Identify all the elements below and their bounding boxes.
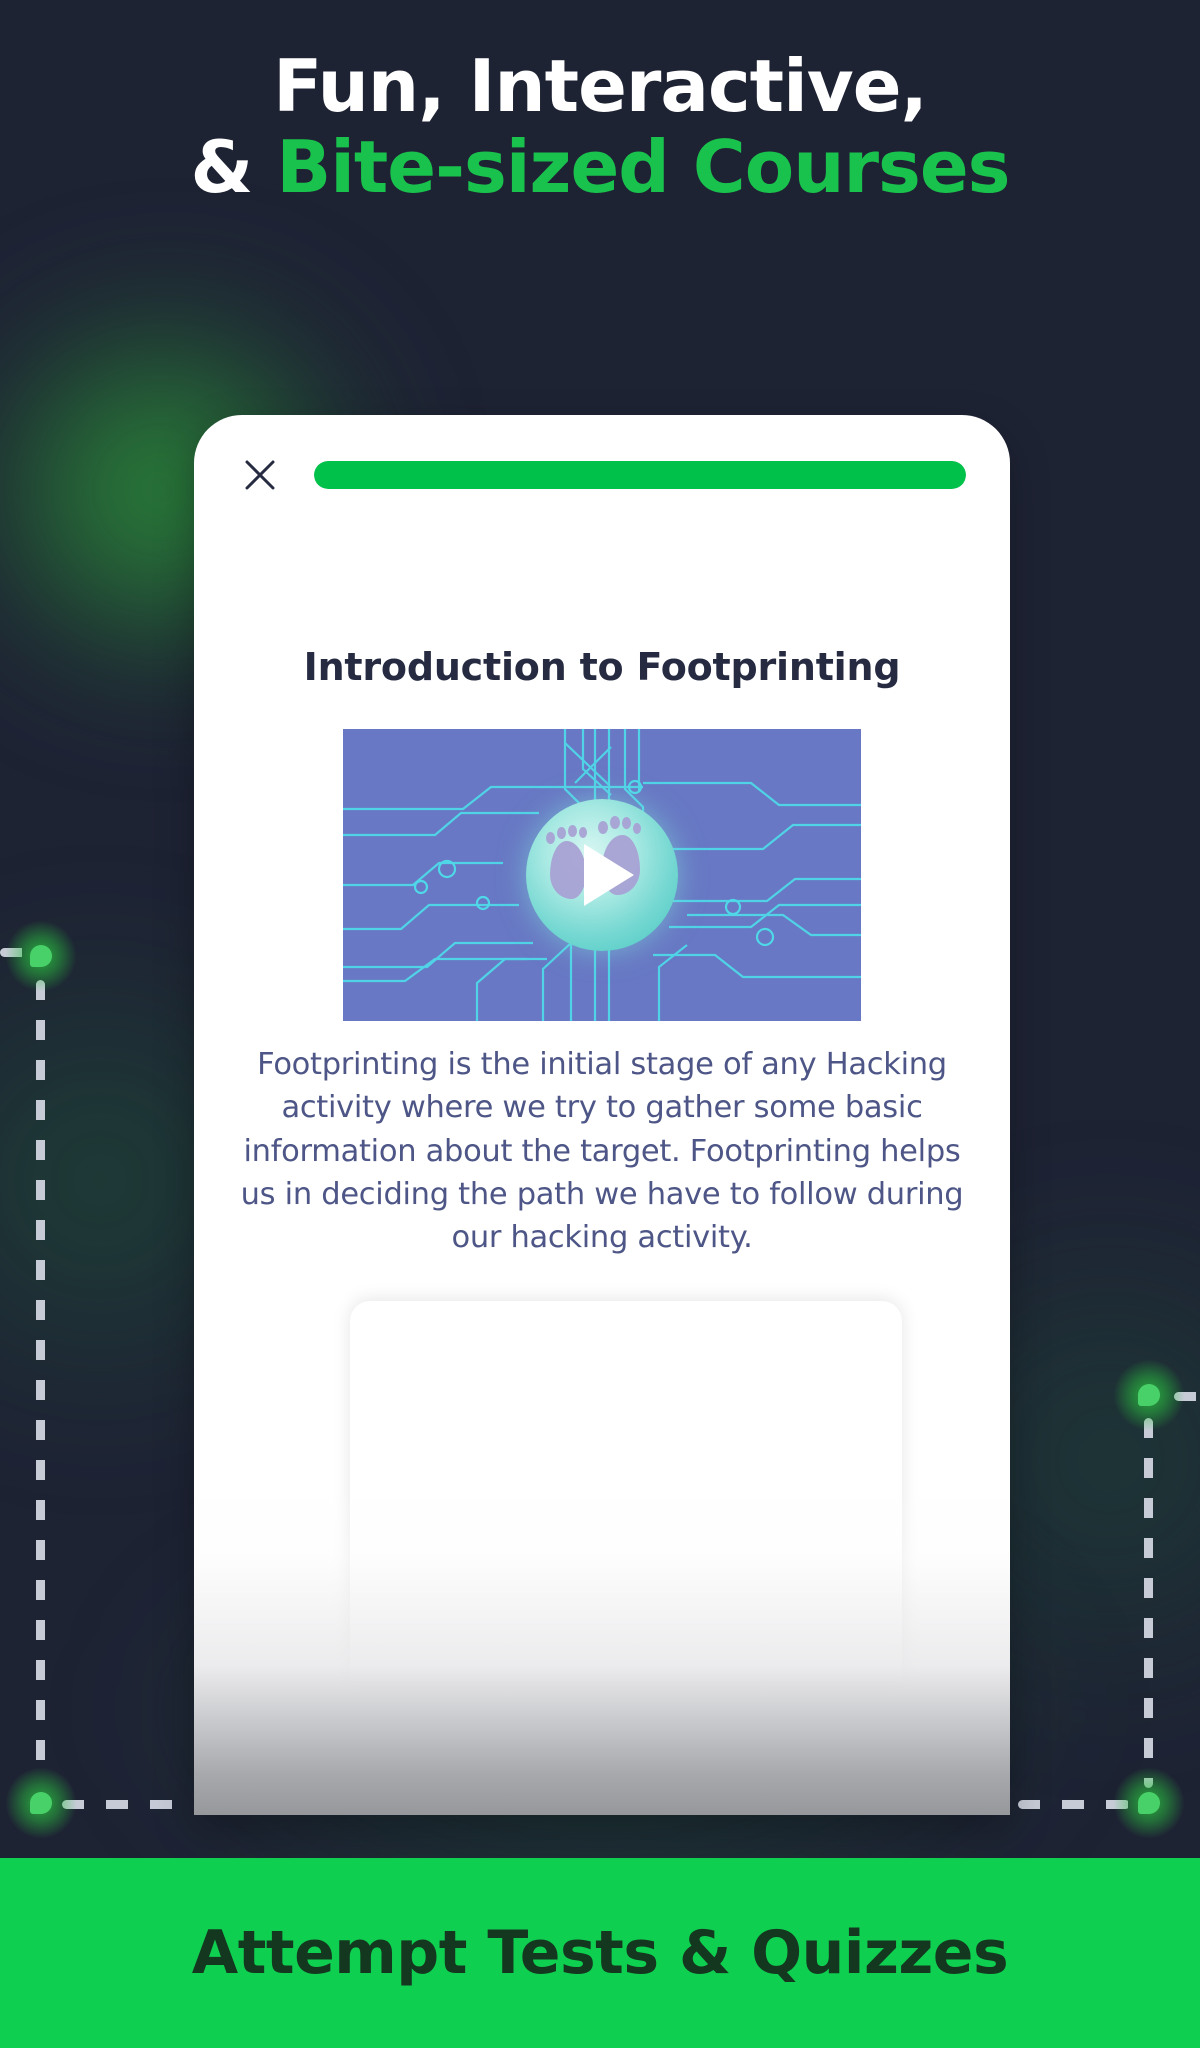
footprint-right-toe-2 <box>610 816 620 829</box>
answer-options-sheet <box>350 1301 902 1681</box>
play-orb <box>526 799 678 951</box>
close-icon[interactable] <box>238 453 282 497</box>
footprint-right-toe-3 <box>622 817 631 829</box>
node-right-top <box>1114 1360 1184 1430</box>
lesson-progress-bar <box>314 461 966 489</box>
dash-right-vertical <box>1144 1418 1153 1788</box>
headline-highlight: Bite-sized Courses <box>276 124 1010 209</box>
lesson-progress-fill <box>314 461 966 489</box>
footprint-left-toe-4 <box>579 827 587 838</box>
video-thumbnail[interactable] <box>343 729 861 1021</box>
phone-mockup-card: Introduction to Footprinting Footprintin… <box>194 415 1010 1815</box>
node-left-top <box>6 921 76 991</box>
promo-screenshot: Fun, Interactive, & Bite-sized Courses I… <box>0 0 1200 2048</box>
headline-ampersand: & <box>190 124 277 209</box>
headline: Fun, Interactive, & Bite-sized Courses <box>0 46 1200 207</box>
footprint-right-toe-1 <box>598 821 608 834</box>
footprint-right-toe-4 <box>633 823 641 834</box>
footprint-left-toe-2 <box>557 827 566 839</box>
node-right-bottom <box>1114 1768 1184 1838</box>
headline-line-1: Fun, Interactive, <box>273 44 928 128</box>
lesson-title: Introduction to Footprinting <box>303 645 901 689</box>
node-left-bottom <box>6 1768 76 1838</box>
footprint-left-toe-1 <box>546 832 555 844</box>
bottom-banner-text: Attempt Tests & Quizzes <box>191 1918 1009 1988</box>
footprint-left-icon <box>550 841 586 899</box>
bottom-banner: Attempt Tests & Quizzes <box>0 1858 1200 2048</box>
dash-left-bottom-horizontal <box>62 1800 192 1809</box>
play-icon[interactable] <box>584 844 634 906</box>
lesson-description: Footprinting is the initial stage of any… <box>240 1047 964 1256</box>
dash-left-vertical <box>36 980 45 1770</box>
lesson-topbar <box>194 415 1010 535</box>
footprint-left-toe-3 <box>568 825 577 837</box>
headline-line-2: & Bite-sized Courses <box>0 124 1200 209</box>
